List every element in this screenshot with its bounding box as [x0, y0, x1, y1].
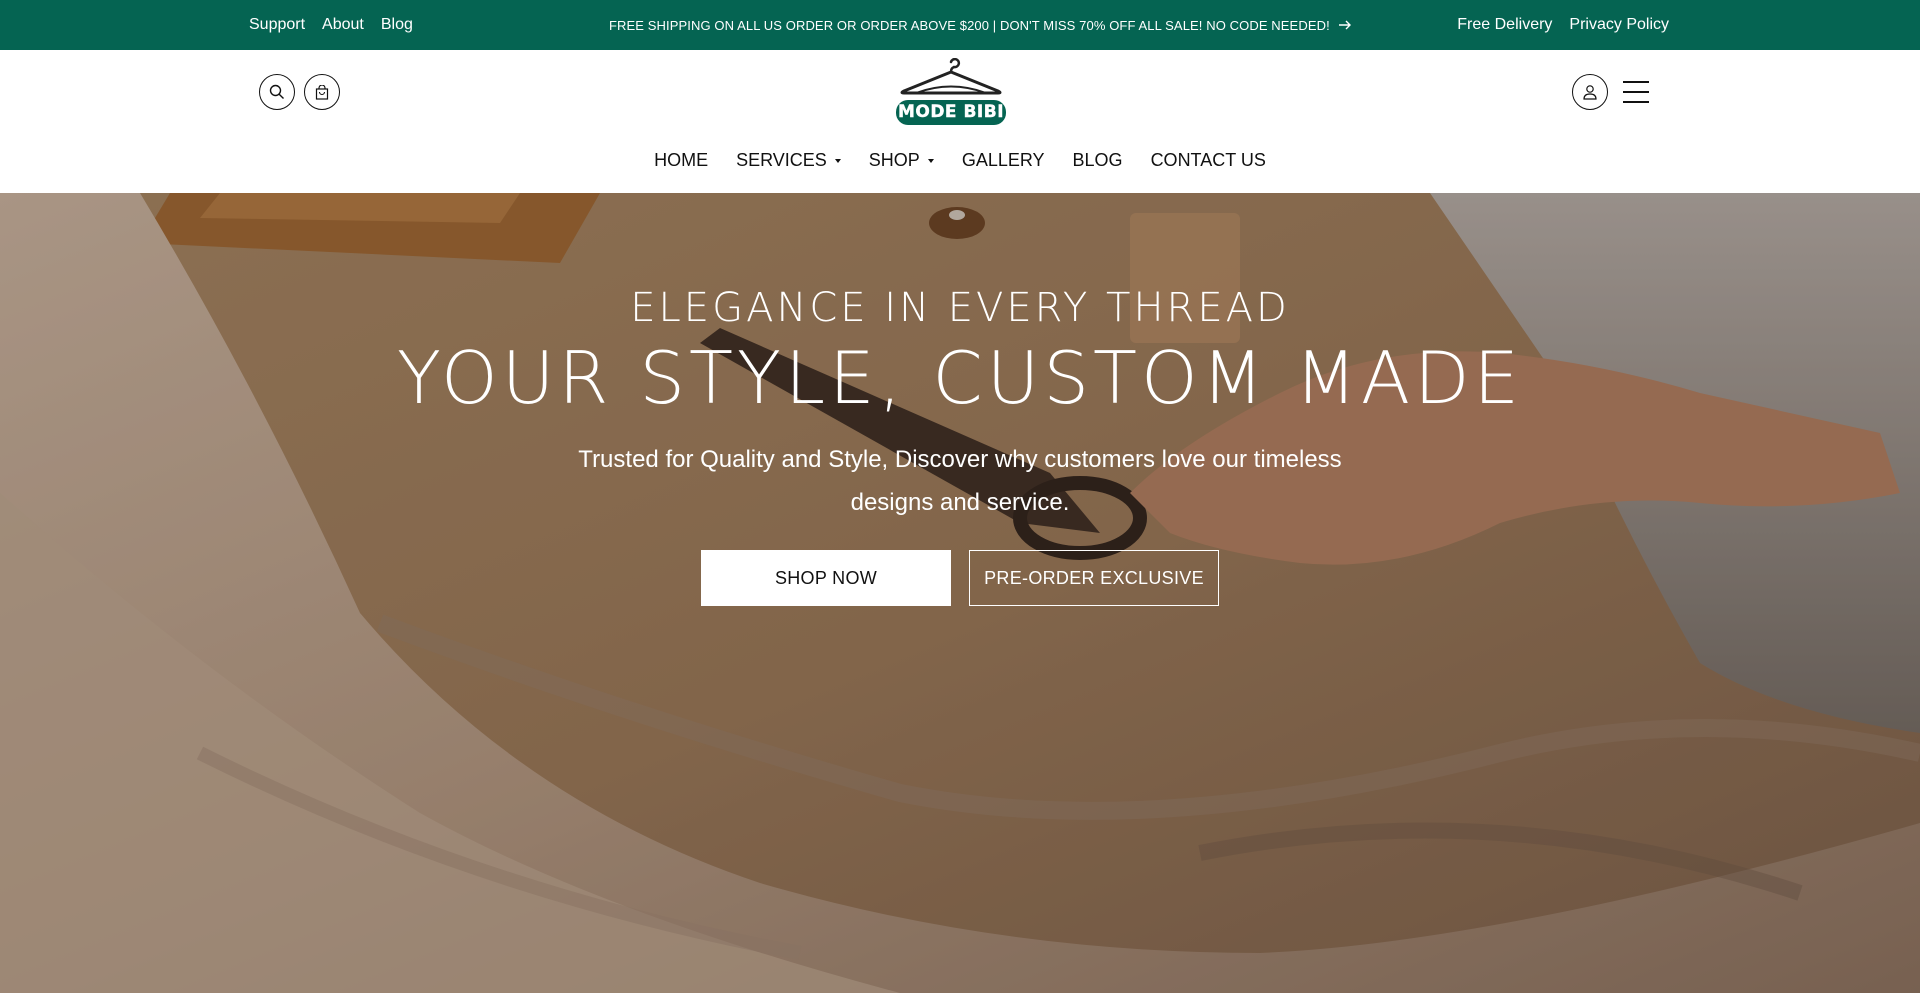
hamburger-icon [1623, 81, 1649, 83]
menu-button[interactable] [1623, 81, 1649, 103]
nav-item-contact-us[interactable]: CONTACT US [1151, 150, 1266, 171]
nav-item-label: SHOP [868, 150, 920, 170]
nav-item-blog[interactable]: BLOG [1073, 150, 1123, 171]
nav-item-gallery[interactable]: GALLERY [962, 150, 1045, 171]
cart-icon [315, 84, 329, 100]
nav-item-label: HOME [654, 150, 709, 170]
free-delivery-link[interactable]: Free Delivery [1457, 16, 1552, 34]
announcement-bar: Support About Blog FREE SHIPPING ON ALL … [0, 0, 1920, 50]
blog-link[interactable]: Blog [381, 16, 413, 34]
hamburger-icon-bar [1623, 91, 1649, 93]
user-icon [1583, 85, 1597, 100]
hero-title: YOUR STYLE, CUSTOM MADE [396, 336, 1523, 420]
privacy-policy-link[interactable]: Privacy Policy [1569, 16, 1669, 34]
chevron-down-icon [834, 158, 841, 163]
site-logo[interactable]: MODE BIBI [896, 57, 1006, 128]
nav-item-label: BLOG [1072, 150, 1123, 170]
hanger-icon [900, 57, 1002, 95]
hero-subtitle: Trusted for Quality and Style, Discover … [578, 446, 1342, 516]
chevron-down-icon [927, 158, 934, 163]
pre-order-button[interactable]: PRE-ORDER EXCLUSIVE [969, 550, 1219, 606]
nav-item-label: CONTACT US [1150, 150, 1266, 170]
topbar-left-links: Support About Blog [249, 0, 413, 50]
search-icon [269, 84, 284, 99]
main-nav: HOME SERVICES SHOP GALLERY BLOG CONTACT … [0, 150, 1920, 171]
nav-item-shop[interactable]: SHOP [869, 150, 934, 171]
nav-item-services[interactable]: SERVICES [736, 150, 841, 171]
hero-eyebrow: ELEGANCE IN EVERY THREAD [630, 285, 1290, 331]
announcement-text: FREE SHIPPING ON ALL US ORDER OR ORDER A… [609, 17, 1330, 33]
shop-now-button[interactable]: SHOP NOW [701, 550, 951, 606]
arrow-right-icon [1338, 20, 1351, 30]
nav-item-home[interactable]: HOME [654, 150, 708, 171]
logo-text: MODE BIBI [896, 100, 1006, 125]
nav-item-label: GALLERY [961, 150, 1045, 170]
cart-button[interactable] [304, 74, 340, 110]
announcement[interactable]: FREE SHIPPING ON ALL US ORDER OR ORDER A… [609, 0, 1352, 50]
site-header: MODE BIBI HOME SERVICES SHOP GALLERY BLO… [0, 50, 1920, 193]
hero-section: ELEGANCE IN EVERY THREAD YOUR STYLE, CUS… [0, 193, 1920, 993]
hamburger-icon-bar [1623, 101, 1649, 103]
search-button[interactable] [259, 74, 295, 110]
about-link[interactable]: About [322, 16, 364, 34]
account-button[interactable] [1572, 74, 1608, 110]
topbar-right-links: Free Delivery Privacy Policy [1457, 0, 1669, 50]
nav-item-label: SERVICES [736, 150, 827, 170]
support-link[interactable]: Support [249, 16, 305, 34]
